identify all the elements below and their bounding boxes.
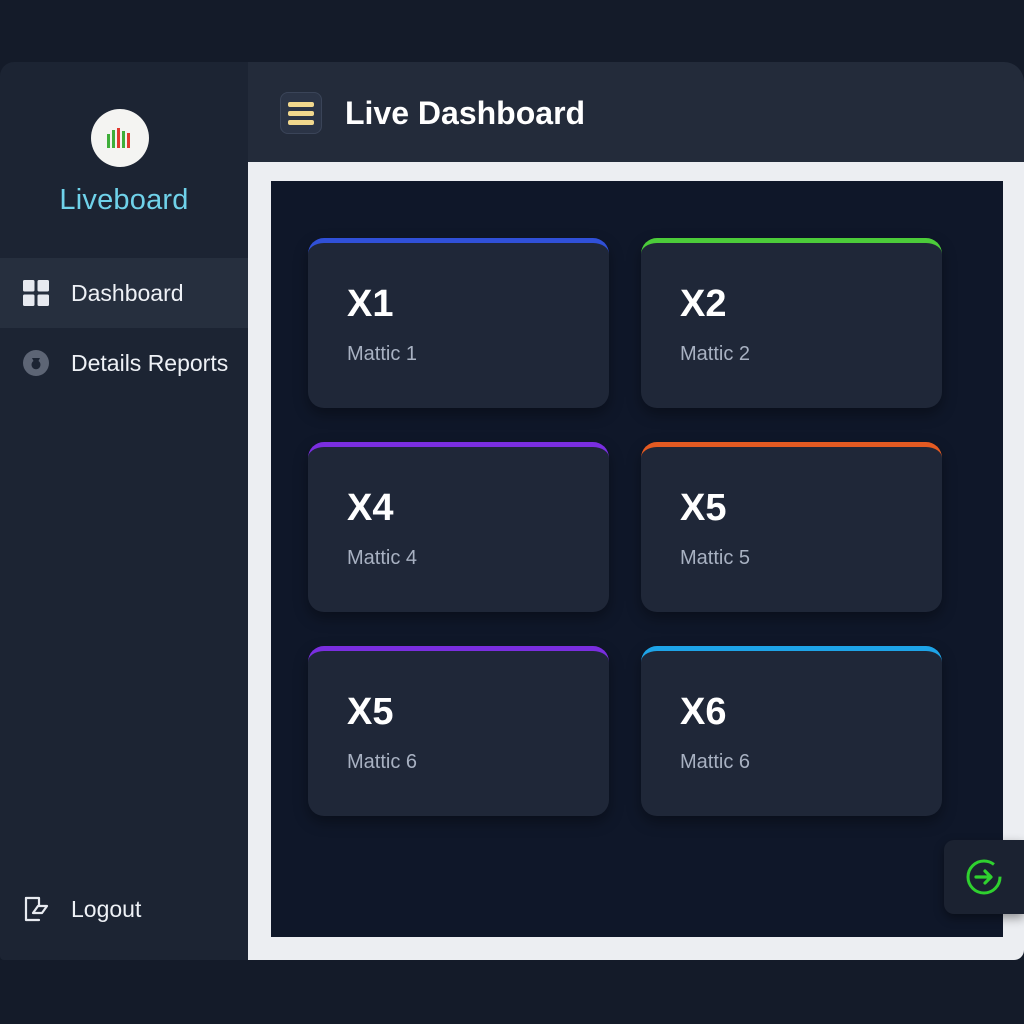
metric-card[interactable]: X1 Mattic 1 [308, 238, 609, 408]
metric-label: Mattic 6 [680, 751, 751, 773]
sidebar-item-label: Dashboard [71, 279, 184, 306]
bar-chart-logo-icon [107, 128, 130, 148]
app-window: Liveboard Dashboard Details Reports Logo… [0, 62, 1024, 960]
metric-code: X1 [347, 283, 394, 325]
metric-code: X5 [680, 487, 727, 529]
arrow-circle-right-button[interactable] [944, 840, 1024, 914]
sidebar-item-label: Details Reports [71, 349, 229, 376]
grid-icon [22, 279, 50, 307]
metric-card[interactable]: X4 Mattic 4 [308, 442, 609, 612]
metric-card[interactable]: X2 Mattic 2 [641, 238, 942, 408]
sidebar-item-dashboard[interactable]: Dashboard [0, 258, 248, 328]
brand-name: Liveboard [59, 184, 189, 216]
badge-icon [22, 349, 50, 377]
logout-label: Logout [71, 895, 142, 922]
sidebar-item-logout[interactable]: Logout [0, 874, 248, 944]
sidebar: Liveboard Dashboard Details Reports Logo… [0, 62, 248, 960]
metric-code: X6 [680, 691, 727, 733]
liveboard-logo [91, 109, 149, 167]
dashboard-panel: X1 Mattic 1 X2 Mattic 2 X4 Mattic 4 X5 M… [271, 181, 1003, 937]
metric-label: Mattic 2 [680, 343, 751, 365]
metric-label: Mattic 4 [347, 547, 418, 569]
metric-card[interactable]: X6 Mattic 6 [641, 646, 942, 816]
page-title: Live Dashboard [345, 95, 586, 131]
metric-code: X4 [347, 487, 394, 529]
metric-code: X2 [680, 283, 727, 325]
metric-card[interactable]: X5 Mattic 6 [308, 646, 609, 816]
metric-code: X5 [347, 691, 394, 733]
top-header: Live Dashboard [248, 62, 1024, 162]
metric-label: Mattic 6 [347, 751, 418, 773]
logout-icon [22, 895, 50, 923]
sidebar-item-details-reports[interactable]: Details Reports [0, 328, 248, 398]
arrow-circle-right-icon [966, 859, 1002, 895]
content-frame: X1 Mattic 1 X2 Mattic 2 X4 Mattic 4 X5 M… [248, 162, 1024, 960]
metric-label: Mattic 1 [347, 343, 418, 365]
hamburger-menu-icon[interactable] [280, 92, 322, 134]
metric-card[interactable]: X5 Mattic 5 [641, 442, 942, 612]
metric-label: Mattic 5 [680, 547, 751, 569]
